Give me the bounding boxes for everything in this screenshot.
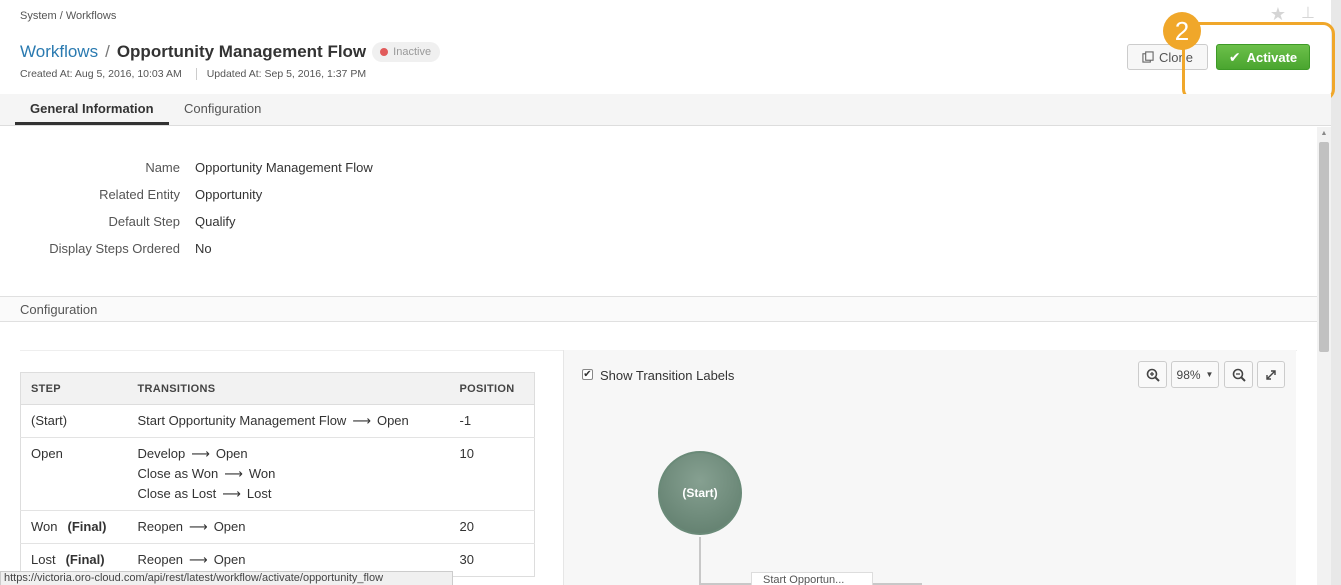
browser-status-url: https://victoria.oro-cloud.com/api/rest/… — [0, 571, 453, 585]
zoom-level-value: 98% — [1176, 367, 1201, 382]
record-meta: Created At: Aug 5, 2016, 10:03 AM Update… — [20, 68, 366, 80]
position-cell: 30 — [449, 543, 535, 577]
section-title-configuration: Configuration — [20, 302, 98, 317]
steps-table: STEP TRANSITIONS POSITION (Start) Start … — [20, 372, 535, 577]
field-label-name: Name — [145, 160, 180, 175]
arrow-right-icon: ⟶ — [352, 413, 371, 428]
section-header — [0, 296, 1317, 322]
field-value-related-entity: Opportunity — [195, 187, 263, 202]
column-header-step: STEP — [20, 372, 128, 405]
transition-item: Reopen ⟶ Open — [137, 519, 246, 534]
created-at: Created At: Aug 5, 2016, 10:03 AM — [20, 68, 182, 80]
transition-label[interactable]: Start Opportun... — [751, 572, 873, 585]
position-cell: 10 — [449, 437, 535, 511]
table-row: Won (Final) Reopen ⟶ Open 20 — [20, 510, 535, 544]
scrollbar-thumb[interactable] — [1319, 142, 1329, 352]
table-row: (Start) Start Opportunity Management Flo… — [20, 404, 535, 438]
scroll-up-icon[interactable]: ▲ — [1317, 127, 1331, 141]
zoom-in-icon — [1146, 368, 1160, 382]
tab-general-information[interactable]: General Information — [15, 94, 169, 125]
start-node[interactable]: (Start) — [658, 451, 742, 535]
page-title: Opportunity Management Flow — [116, 42, 367, 61]
field-value-name: Opportunity Management Flow — [195, 160, 373, 175]
fullscreen-button[interactable] — [1257, 361, 1285, 388]
status-dot-icon — [380, 48, 389, 56]
arrow-right-icon: ⟶ — [189, 519, 208, 534]
transitions-cell: Start Opportunity Management Flow ⟶ Open — [127, 404, 450, 438]
tab-configuration[interactable]: Configuration — [169, 94, 276, 125]
show-transition-labels-label[interactable]: Show Transition Labels — [600, 368, 734, 383]
arrow-right-icon: ⟶ — [191, 446, 210, 461]
column-header-transitions: TRANSITIONS — [127, 372, 450, 405]
pin-icon[interactable]: ⊥ — [1298, 4, 1318, 24]
table-header-row: STEP TRANSITIONS POSITION — [20, 372, 535, 405]
zoom-in-button[interactable] — [1138, 361, 1167, 388]
zoom-level-select[interactable]: 98% ▼ — [1171, 361, 1219, 388]
zoom-out-button[interactable] — [1224, 361, 1253, 388]
field-label-related-entity: Related Entity — [99, 187, 180, 202]
updated-at: Updated At: Sep 5, 2016, 1:37 PM — [206, 68, 367, 80]
workflows-link[interactable]: Workflows — [20, 42, 98, 62]
status-label: Inactive — [393, 46, 432, 58]
graph-edge — [699, 537, 701, 585]
field-value-default-step: Qualify — [195, 214, 236, 229]
meta-divider — [195, 68, 197, 80]
transition-item: Close as Lost ⟶ Lost — [137, 486, 272, 501]
transition-item: Start Opportunity Management Flow ⟶ Open — [137, 413, 409, 428]
column-header-position: POSITION — [449, 372, 535, 405]
title-separator: / — [105, 42, 110, 61]
field-label-default-step: Default Step — [108, 214, 180, 229]
show-transition-labels-checkbox[interactable]: ✔ — [582, 369, 593, 380]
transition-item: Close as Won ⟶ Won — [137, 466, 276, 481]
caret-down-icon: ▼ — [1205, 370, 1214, 379]
tab-bar: General Information Configuration — [0, 94, 1331, 126]
field-label-display-steps-ordered: Display Steps Ordered — [49, 241, 180, 256]
copy-icon — [1142, 51, 1154, 63]
field-value-display-steps-ordered: No — [195, 241, 212, 256]
transition-item: Reopen ⟶ Open — [137, 552, 246, 567]
step-cell: (Start) — [20, 404, 128, 438]
arrow-right-icon: ⟶ — [222, 486, 241, 501]
expand-icon — [1266, 369, 1276, 380]
arrow-right-icon: ⟶ — [224, 466, 243, 481]
status-badge: Inactive — [372, 42, 441, 62]
step-cell: Open — [20, 437, 128, 511]
step-cell: Won (Final) — [20, 510, 128, 544]
breadcrumb[interactable]: System / Workflows — [20, 10, 116, 22]
callout-highlight — [1182, 22, 1335, 101]
transitions-cell: Develop ⟶ Open Close as Won ⟶ Won Close as L… — [127, 437, 450, 511]
table-row: Open Develop ⟶ Open Close as Won ⟶ Won Close… — [20, 437, 535, 511]
position-cell: 20 — [449, 510, 535, 544]
arrow-right-icon: ⟶ — [189, 552, 208, 567]
star-icon[interactable]: ★ — [1268, 4, 1288, 24]
zoom-out-icon — [1232, 368, 1246, 382]
transition-item: Develop ⟶ Open — [137, 446, 248, 461]
callout-number: 2 — [1163, 12, 1201, 50]
transitions-cell: Reopen ⟶ Open — [127, 510, 450, 544]
position-cell: -1 — [449, 404, 535, 438]
page-header: Workflows / Opportunity Management Flow … — [20, 42, 441, 62]
